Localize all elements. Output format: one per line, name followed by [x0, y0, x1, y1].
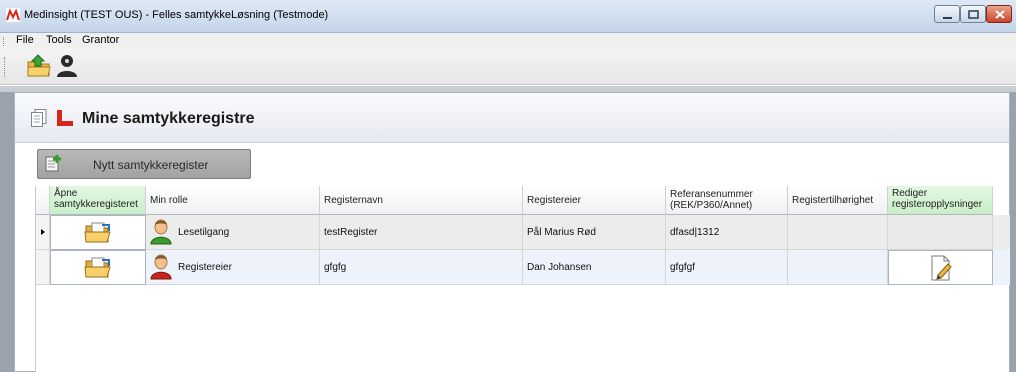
page-title: Mine samtykkeregistre — [82, 110, 255, 127]
user-key-icon — [57, 55, 77, 77]
menu-grantor[interactable]: Grantor — [78, 34, 123, 46]
new-register-button-label: Nytt samtykkeregister — [93, 158, 209, 172]
user-red-icon — [150, 254, 172, 280]
affiliation-cell — [788, 215, 888, 250]
close-button[interactable] — [986, 5, 1012, 23]
owner-cell: Pål Marius Rød — [523, 215, 666, 250]
grid-header: Åpne samtykkeregisteret Min rolle Regist… — [36, 186, 1010, 215]
reference-cell: dfasd|1312 — [666, 215, 788, 250]
column-header-open[interactable]: Åpne samtykkeregisteret — [50, 186, 146, 215]
column-header-role[interactable]: Min rolle — [146, 186, 320, 215]
minimize-icon — [943, 17, 952, 19]
current-row-arrow-icon — [41, 229, 45, 235]
owner-cell: Dan Johansen — [523, 250, 666, 285]
new-register-button[interactable]: Nytt samtykkeregister — [37, 149, 251, 179]
panel-header: Mine samtykkeregistre — [15, 93, 1009, 143]
reference-cell: gfgfgf — [666, 250, 788, 285]
role-cell: Registereier — [146, 250, 320, 285]
edit-cell-empty — [888, 215, 993, 250]
menu-tools[interactable]: Tools — [42, 34, 76, 46]
edit-document-icon — [931, 255, 952, 280]
row-indicator — [36, 250, 50, 285]
minimize-button[interactable] — [934, 5, 960, 23]
open-register-button[interactable] — [50, 215, 146, 250]
register-name-cell: gfgfg — [320, 250, 523, 285]
toolbar-grip — [4, 57, 6, 77]
edit-register-button[interactable] — [888, 250, 993, 285]
role-label: Registereier — [178, 261, 232, 273]
user-key-button[interactable] — [54, 53, 80, 79]
medinsight-logo-icon — [6, 8, 20, 22]
menu-grip — [3, 37, 5, 46]
register-name-cell: testRegister — [320, 215, 523, 250]
menu-file[interactable]: File — [12, 34, 38, 46]
title-bar: Medinsight (TEST OUS) - Felles samtykkeL… — [0, 0, 1016, 33]
column-header-register-name[interactable]: Registernavn — [320, 186, 523, 215]
role-label: Lesetilgang — [178, 226, 230, 238]
table-row[interactable]: Registereier gfgfg Dan Johansen gfgfgf — [36, 250, 1010, 285]
affiliation-cell — [788, 250, 888, 285]
close-icon — [995, 10, 1005, 19]
document-panel: Mine samtykkeregistre Nytt samtykkeregis… — [14, 92, 1010, 372]
row-header-corner — [36, 186, 50, 215]
open-folder-upload-button[interactable] — [26, 53, 52, 79]
column-header-owner[interactable]: Registereier — [523, 186, 666, 215]
row-indicator — [36, 215, 50, 250]
registers-grid: Åpne samtykkeregisteret Min rolle Regist… — [35, 186, 1010, 372]
window-title: Medinsight (TEST OUS) - Felles samtykkeL… — [24, 9, 329, 21]
user-green-icon — [150, 219, 172, 245]
add-document-icon — [45, 155, 61, 172]
column-header-affiliation[interactable]: Registertilhørighet — [788, 186, 888, 215]
app-logo-icon — [57, 110, 73, 126]
open-folder-icon — [84, 222, 111, 242]
table-row[interactable]: Lesetilgang testRegister Pål Marius Rød … — [36, 215, 1010, 250]
role-cell: Lesetilgang — [146, 215, 320, 250]
column-header-reference[interactable]: Referansenummer (REK/P360/Annet) — [666, 186, 788, 215]
column-header-edit[interactable]: Rediger registeropplysninger — [888, 186, 993, 215]
open-register-button[interactable] — [50, 250, 146, 285]
maximize-icon — [968, 10, 979, 19]
toolbar — [0, 49, 1016, 85]
menu-bar: File Tools Grantor — [0, 33, 1016, 49]
documents-icon — [31, 109, 47, 127]
open-folder-icon — [84, 257, 111, 277]
open-folder-upload-icon — [27, 54, 51, 77]
maximize-button[interactable] — [960, 5, 986, 23]
